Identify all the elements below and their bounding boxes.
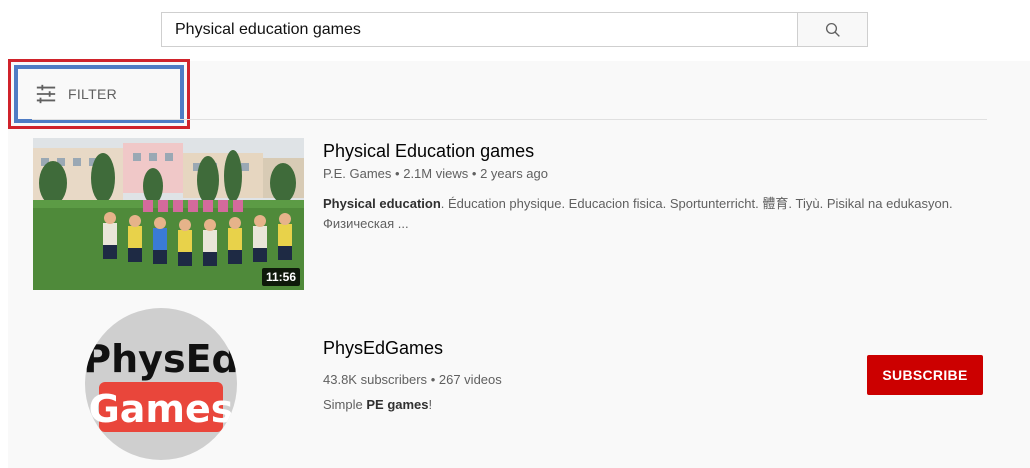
channel-meta: 43.8K subscribers • 267 videos [323,372,502,387]
video-description-bold: Physical education [323,196,441,211]
search-icon [825,22,840,37]
channel-avatar[interactable]: PhysEd Games [85,308,237,460]
results-panel: FILTER 11:56 Physical Education games P.… [8,59,1030,468]
divider [32,119,987,120]
sliders-icon [36,84,56,104]
channel-desc-suffix: ! [428,397,433,412]
meta-separator: • [471,166,477,181]
channel-subscribers: 43.8K subscribers [323,372,428,387]
channel-desc-bold: PE games [366,397,429,412]
video-channel-name[interactable]: P.E. Games [323,166,391,181]
filter-button[interactable]: FILTER [14,65,184,123]
filter-label: FILTER [68,86,117,102]
channel-description: Simple PE games! [323,397,432,412]
video-thumbnail[interactable]: 11:56 [33,138,304,290]
search-bar [161,12,868,47]
meta-separator: • [430,372,436,387]
avatar-text-bottom: Games [89,387,234,431]
subscribe-button[interactable]: SUBSCRIBE [867,355,983,395]
search-button[interactable] [797,12,868,47]
channel-name[interactable]: PhysEdGames [323,338,443,359]
channel-desc-prefix: Simple [323,397,367,412]
video-views: 2.1M views [403,166,469,181]
video-meta: P.E. Games • 2.1M views • 2 years ago [323,166,548,181]
video-age: 2 years ago [480,166,548,181]
video-title[interactable]: Physical Education games [323,141,534,162]
channel-video-count: 267 videos [438,372,502,387]
channel-logo: PhysEd Games [85,308,237,460]
search-input[interactable] [161,12,797,47]
avatar-text-top: PhysEd [85,337,237,381]
meta-separator: • [395,166,400,181]
video-duration: 11:56 [261,268,300,286]
video-description: Physical education. Éducation physique. … [323,194,963,234]
